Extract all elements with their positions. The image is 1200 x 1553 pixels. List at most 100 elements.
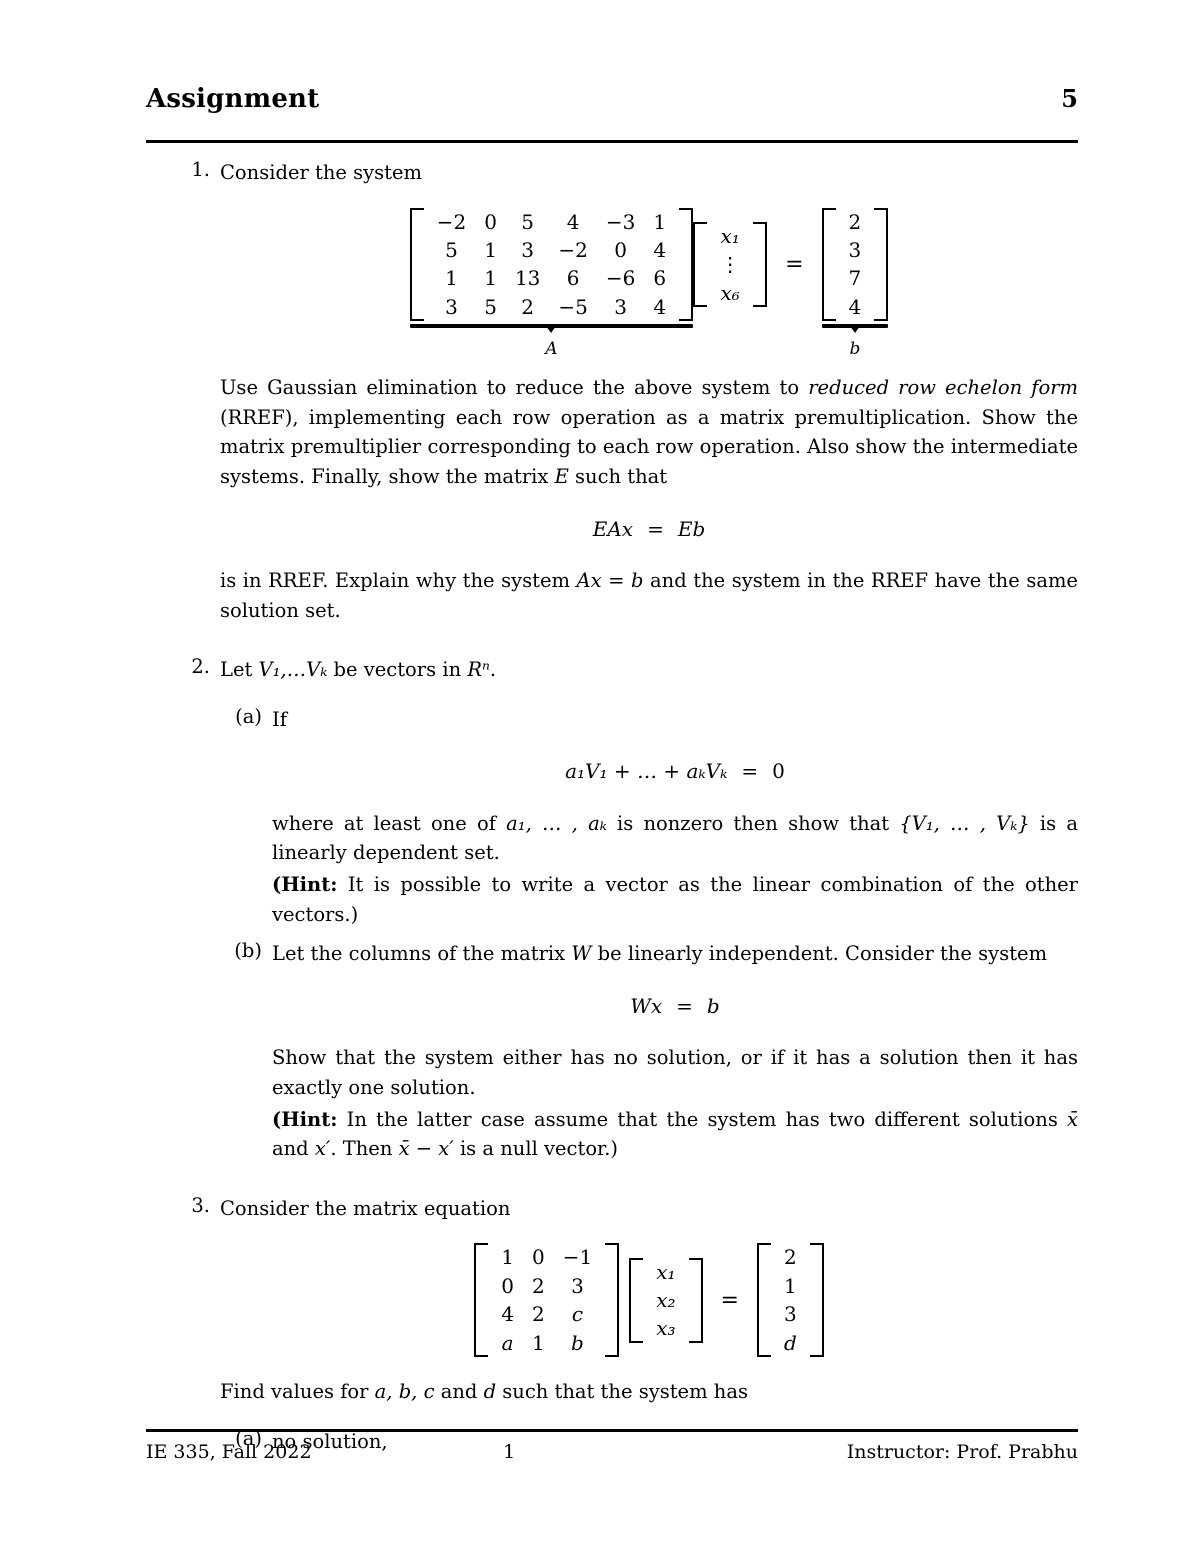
table-row: 4 2 c <box>492 1300 601 1328</box>
table-row: x₁ <box>711 222 749 250</box>
table-row: 1 <box>775 1272 806 1300</box>
table-row: 1 0 −1 <box>492 1243 601 1271</box>
table-row: x₃ <box>647 1314 684 1342</box>
problem-2a: (a) If a₁V₁ + … + aₖVₖ = 0 where at least … <box>220 705 1078 930</box>
page-header: Assignment 5 <box>146 84 1078 114</box>
hint-text: It is possible to write a vector as the … <box>272 873 1078 926</box>
vector-cell: x₁ <box>656 1259 676 1284</box>
matrix-cell: 1 <box>653 209 667 234</box>
p1-var-E: E <box>554 464 569 488</box>
eq-lhs: Wx <box>630 993 663 1018</box>
matrix-cell: 0 <box>531 1245 545 1270</box>
matrix-cell: c <box>571 1302 584 1327</box>
matrix-cell: 5 <box>484 294 497 319</box>
table-row: 4 <box>840 293 871 321</box>
matrix-cell: 3 <box>571 1273 584 1298</box>
p2-vectors: V₁,…Vₖ <box>258 658 328 682</box>
matrix-cell: 1 <box>484 238 497 263</box>
vector-b-group: 2 3 7 4 b <box>821 207 889 363</box>
p2a-text-2: is nonzero then show that <box>606 811 900 835</box>
matrix-A-label: A <box>545 339 558 360</box>
problem-3-number: 3. <box>191 1193 210 1217</box>
vector-cell: 1 <box>783 1273 797 1298</box>
problem-2: 2. Let V₁,…Vₖ be vectors in Rⁿ. <box>174 655 1078 685</box>
bracket-left-icon <box>693 221 708 307</box>
bracket-right-icon <box>874 207 889 322</box>
matrix-cell: −5 <box>558 294 588 319</box>
problem-3-tail: Find values for a, b, c and d such that … <box>220 1377 1078 1407</box>
underbrace-icon <box>821 324 889 329</box>
problem-2b-body: Let the columns of the matrix W be linea… <box>272 939 1078 1164</box>
eq-rel: = <box>741 759 759 784</box>
matrix-cell: 2 <box>531 1273 545 1298</box>
problem-2b: (b) Let the columns of the matrix W be l… <box>220 939 1078 1164</box>
bracket-left-icon <box>756 1243 771 1357</box>
p3-vars: a, b, c <box>374 1380 435 1403</box>
problem-2b-text-2: Show that the system either has no solut… <box>272 1046 1078 1099</box>
bracket-right-icon <box>605 1243 620 1357</box>
vector-x3: x₁ x₂ x₃ <box>629 1257 703 1343</box>
matrix-M: 1 0 −1 0 2 3 4 2 c a 1 b <box>474 1243 620 1357</box>
vector-cell: 7 <box>848 266 862 291</box>
table-row: x₆ <box>711 279 749 307</box>
problem-2a-hint: (Hint: It is possible to write a vector … <box>272 870 1078 929</box>
problem-1-body: Consider the system −2 0 5 4 −3 1 5 1 3 … <box>220 158 1078 625</box>
eq-lhs: EAx <box>592 516 634 541</box>
problem-2b-hint: (Hint: In the latter case assume that th… <box>272 1105 1078 1164</box>
table-row: a 1 b <box>492 1329 601 1357</box>
underbrace-icon <box>409 324 694 329</box>
table-row: x₁ <box>647 1258 684 1286</box>
footer-instructor: Instructor: Prof. Prabhu <box>846 1441 1078 1463</box>
matrix-cell: −3 <box>605 209 636 234</box>
bracket-left-icon <box>474 1243 489 1357</box>
table-row: 3 <box>775 1300 806 1328</box>
matrix-A-table: −2 0 5 4 −3 1 5 1 3 −2 0 4 1 1 13 6 −6 6… <box>428 208 675 322</box>
p3-var-d: d <box>483 1380 497 1403</box>
matrix-cell: −2 <box>558 238 588 263</box>
table-row: 3 5 2 −5 3 4 <box>428 293 675 321</box>
p2b-text-1: Let the columns of the matrix <box>272 942 572 966</box>
p2a-coeffs: a₁, … , aₖ <box>506 811 607 835</box>
problem-3-body: Consider the matrix equation 1 0 −1 0 2 … <box>220 1194 1078 1407</box>
problem-2a-intro: If <box>272 707 287 731</box>
matrix-cell: 4 <box>501 1302 514 1327</box>
table-row: 5 1 3 −2 0 4 <box>428 236 675 264</box>
footer-rule <box>146 1429 1078 1432</box>
matrix-cell: 0 <box>614 238 627 263</box>
matrix-cell: 0 <box>501 1273 514 1298</box>
p2b-var-W: W <box>571 942 592 966</box>
table-row: 7 <box>840 264 871 292</box>
hint-text-4: is a null vector.) <box>453 1137 619 1161</box>
bracket-right-icon <box>809 1243 824 1357</box>
matrix-cell: b <box>571 1330 584 1355</box>
document-body: 1. Consider the system −2 0 5 4 −3 1 5 1… <box>0 158 1200 1456</box>
vector-cell: x₃ <box>656 1316 676 1341</box>
vector-rhs-table: 2 1 3 d <box>775 1243 806 1357</box>
matrix-cell: 1 <box>445 266 458 291</box>
hint-text-1: In the latter case assume that the syste… <box>337 1107 1067 1131</box>
hint-text-3: . Then <box>330 1137 399 1161</box>
problem-2b-label: (b) <box>234 939 262 963</box>
matrix-cell: 4 <box>653 294 667 319</box>
header-rule <box>146 140 1078 143</box>
vector-cell: 2 <box>783 1245 797 1270</box>
table-row: ⋮ <box>711 250 749 278</box>
problem-2a-display-equation: a₁V₁ + … + aₖVₖ = 0 <box>272 756 1078 786</box>
problem-1-instructions: Use Gaussian elimination to reduce the a… <box>220 373 1078 492</box>
vector-x: x₁ ⋮ x₆ <box>693 221 768 307</box>
vector-cell: 2 <box>848 209 862 234</box>
vector-cell: 3 <box>783 1302 797 1327</box>
table-row: 1 1 13 6 −6 6 <box>428 264 675 292</box>
vector-cell: 4 <box>848 294 862 319</box>
matrix-cell: 1 <box>501 1245 514 1270</box>
vector-b-table: 2 3 7 4 <box>840 208 871 322</box>
problem-3: 3. Consider the matrix equation 1 0 −1 0… <box>174 1194 1078 1407</box>
vector-cell: ⋮ <box>720 252 741 277</box>
problem-1-matrix-equation: −2 0 5 4 −3 1 5 1 3 −2 0 4 1 1 13 6 −6 6… <box>220 207 1078 363</box>
vector-cell: d <box>783 1330 797 1355</box>
eq-rhs: 0 <box>772 759 785 784</box>
bracket-right-icon <box>753 221 768 307</box>
vector-b-label: b <box>849 339 861 360</box>
hint-xbar: x̄ <box>1067 1107 1078 1131</box>
document-page: Assignment 5 1. Consider the system −2 0… <box>0 0 1200 1553</box>
